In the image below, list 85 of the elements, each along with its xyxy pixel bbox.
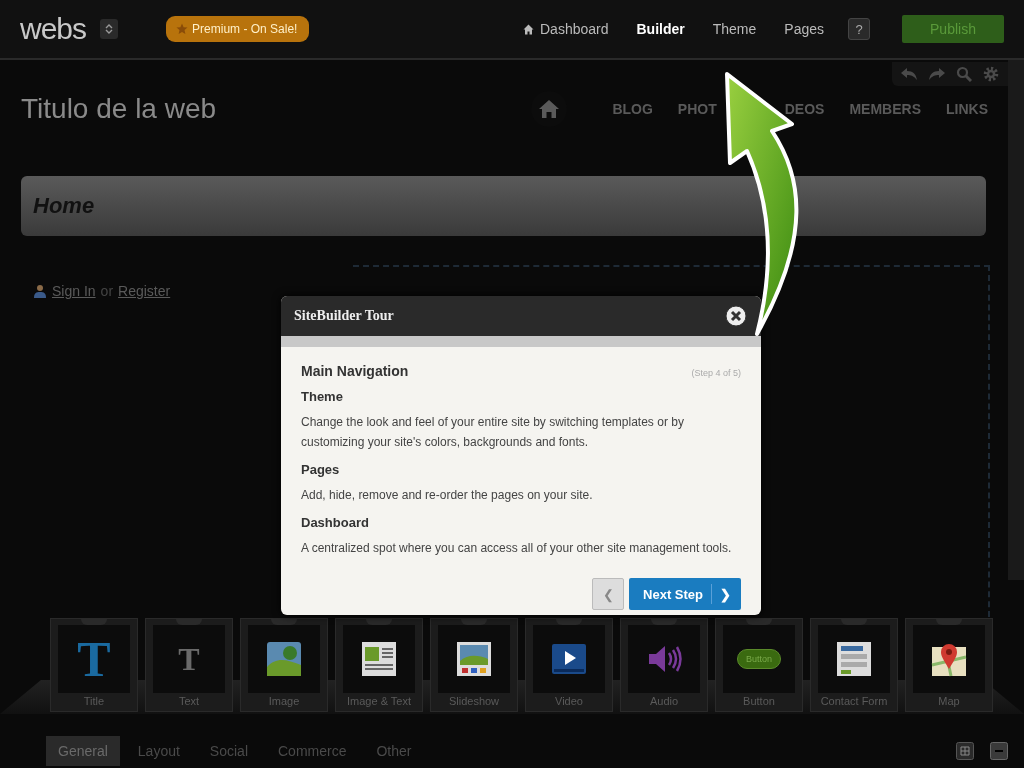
site-nav-link[interactable]: LINKS xyxy=(946,101,988,117)
nav-tab[interactable]: Dashboard xyxy=(513,21,619,37)
dialog-heading: Main Navigation xyxy=(301,363,409,379)
nav-tab[interactable]: Theme xyxy=(702,21,767,37)
site-nav-link[interactable]: PHOT xyxy=(677,101,717,117)
section-title: Pages xyxy=(301,462,341,477)
next-step-button[interactable]: Next Step ❯ xyxy=(629,578,741,610)
home-icon xyxy=(523,23,534,35)
drag-handle[interactable] xyxy=(366,619,392,625)
step-counter: (Step 4 of 5) xyxy=(691,368,741,378)
widget-tile[interactable]: Image xyxy=(240,618,328,712)
drag-handle[interactable] xyxy=(841,619,867,625)
widget-tile[interactable]: Video xyxy=(525,618,613,712)
drag-handle[interactable] xyxy=(746,619,772,625)
premium-button[interactable]: Premium - On Sale! xyxy=(166,16,310,42)
section-text: A centralized spot where you can access all of your other site management tools. xyxy=(301,540,733,557)
star-icon xyxy=(176,23,189,35)
widget-label: Video xyxy=(555,695,583,707)
form-icon xyxy=(836,641,872,677)
site-title: Titulo de la web xyxy=(21,93,217,125)
site-nav-link[interactable]: MEMBERS xyxy=(849,101,921,117)
play-icon xyxy=(551,641,587,677)
site-switcher-button[interactable] xyxy=(100,19,119,39)
help-button[interactable]: ? xyxy=(848,18,870,40)
grid-icon[interactable] xyxy=(956,742,974,760)
or-text: or xyxy=(100,283,114,299)
widget-tile[interactable]: Button Button xyxy=(715,618,803,712)
widget-label: Image & Text xyxy=(347,695,411,707)
logo[interactable]: webs xyxy=(20,12,87,46)
close-icon[interactable] xyxy=(725,305,747,327)
undo-icon[interactable] xyxy=(900,67,918,81)
category-tab[interactable]: Layout xyxy=(125,736,192,766)
landscape-icon xyxy=(266,641,302,677)
widget-label: Button xyxy=(743,695,775,707)
widget-tile[interactable]: T Title xyxy=(50,618,138,712)
section-title: Dashboard xyxy=(301,515,370,530)
map-pin-icon xyxy=(931,641,967,677)
widget-tile[interactable]: Audio xyxy=(620,618,708,712)
category-tab[interactable]: Commerce xyxy=(266,736,359,766)
category-tab[interactable]: General xyxy=(46,736,120,766)
widget-tile[interactable]: Image & Text xyxy=(335,618,423,712)
scrollbar[interactable] xyxy=(1008,60,1024,580)
widget-tile[interactable]: T Text xyxy=(145,618,233,712)
widget-label: Text xyxy=(178,695,200,707)
drag-handle[interactable] xyxy=(651,619,677,625)
widget-label: Slideshow xyxy=(448,695,500,707)
category-tab[interactable]: Social xyxy=(197,736,260,766)
widget-tile[interactable]: Slideshow xyxy=(430,618,518,712)
nav-tab[interactable]: Pages xyxy=(774,21,834,37)
drag-handle[interactable] xyxy=(81,619,107,625)
site-nav-link[interactable]: BLOG xyxy=(612,101,653,117)
widget-label: Audio xyxy=(649,695,679,707)
dialog-title: SiteBuilder Tour xyxy=(294,308,394,324)
drag-handle[interactable] xyxy=(936,619,962,625)
site-nav-link[interactable]: DEOS xyxy=(784,101,825,117)
category-tab[interactable]: Other xyxy=(364,736,424,766)
register-link[interactable]: Register xyxy=(118,283,171,299)
section-text: Change the look and feel of your entire site by switching templates or by customizing your site's colors, backgrounds and fonts. xyxy=(301,414,685,451)
sign-in-link[interactable]: Sign In xyxy=(52,283,96,299)
widget-label: Contact Form xyxy=(820,695,888,707)
widget-label: Title xyxy=(83,695,105,707)
minimize-icon[interactable] xyxy=(990,742,1008,760)
section-text: Add, hide, remove and re-order the pages on your site. xyxy=(301,487,594,504)
slideshow-icon xyxy=(456,641,492,677)
drag-handle[interactable] xyxy=(176,619,202,625)
widget-label: Map xyxy=(938,695,960,707)
widget-label: Image xyxy=(268,695,300,707)
drag-handle[interactable] xyxy=(461,619,487,625)
title-widget-icon: T xyxy=(77,634,111,684)
article-icon xyxy=(361,641,397,677)
updown-icon xyxy=(105,24,114,34)
settings-icon[interactable] xyxy=(982,65,1000,83)
section-title: Theme xyxy=(301,389,344,404)
search-icon[interactable] xyxy=(956,66,972,82)
previous-button[interactable]: ❮ xyxy=(592,578,625,610)
person-icon xyxy=(33,284,47,298)
publish-button[interactable]: Publish xyxy=(902,15,1004,43)
widget-tile[interactable]: Contact Form xyxy=(810,618,898,712)
text-widget-icon: T xyxy=(178,643,200,675)
drag-handle[interactable] xyxy=(271,619,297,625)
button-widget-icon: Button xyxy=(737,649,781,669)
redo-icon[interactable] xyxy=(928,67,946,81)
nav-tab[interactable]: Builder xyxy=(626,21,695,37)
drag-handle[interactable] xyxy=(556,619,582,625)
widget-tile[interactable]: Map xyxy=(905,618,993,712)
